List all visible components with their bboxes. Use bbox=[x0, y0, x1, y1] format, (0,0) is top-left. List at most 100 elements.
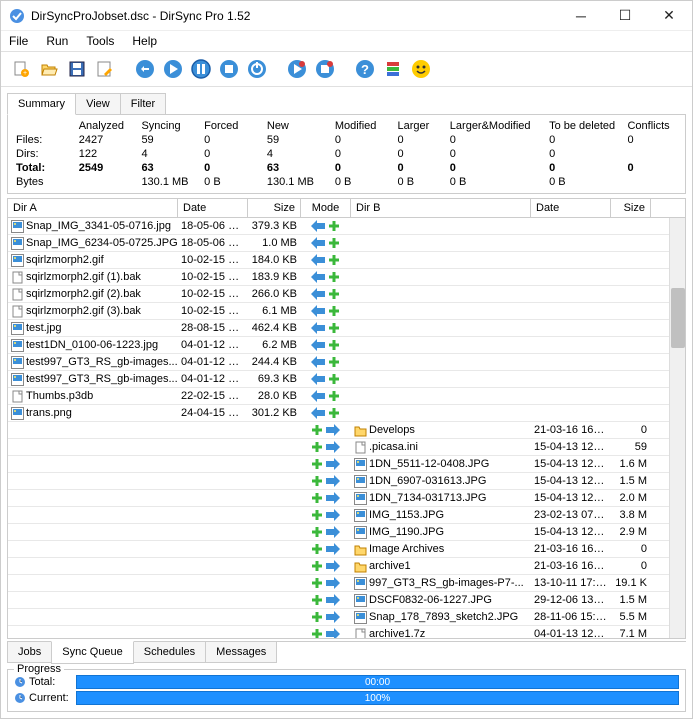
menu-help[interactable]: Help bbox=[128, 32, 161, 50]
size-b: 0 bbox=[611, 424, 651, 436]
mode-icon bbox=[301, 509, 351, 521]
stats-value: 0 B bbox=[331, 175, 394, 189]
scrollbar[interactable] bbox=[669, 218, 685, 638]
size-a: 462.4 KB bbox=[248, 322, 301, 334]
table-row[interactable]: sqirlzmorph2.gif (1).bak10-02-15 00:2718… bbox=[8, 269, 685, 286]
table-row[interactable]: 997_GT3_RS_gb-images-P7-...13-10-11 17:5… bbox=[8, 575, 685, 592]
menu-run[interactable]: Run bbox=[42, 32, 72, 50]
stats-value: 59 bbox=[263, 133, 331, 147]
table-row[interactable]: 1DN_7134-031713.JPG15-04-13 12:102.0 M bbox=[8, 490, 685, 507]
date-a: 10-02-15 00:27 bbox=[178, 271, 248, 283]
table-row[interactable]: Thumbs.p3db22-02-15 22:5728.0 KB bbox=[8, 388, 685, 405]
tab-view[interactable]: View bbox=[75, 93, 121, 114]
pause-button[interactable] bbox=[189, 57, 213, 81]
mode-icon bbox=[301, 356, 351, 368]
date-a: 24-04-15 10:00 bbox=[178, 407, 248, 419]
stats-value: 0 bbox=[545, 161, 623, 175]
schedule-start-button[interactable] bbox=[285, 57, 309, 81]
size-a: 244.4 KB bbox=[248, 356, 301, 368]
table-row[interactable]: trans.png24-04-15 10:00301.2 KB bbox=[8, 405, 685, 422]
sync-button[interactable] bbox=[161, 57, 185, 81]
size-a: 6.2 MB bbox=[248, 339, 301, 351]
table-row[interactable]: test1DN_0100-06-1223.jpg 04-01-12 15:526.… bbox=[8, 337, 685, 354]
date-b: 29-12-06 13:37 bbox=[531, 594, 611, 606]
tab-schedules[interactable]: Schedules bbox=[133, 642, 206, 663]
table-row[interactable]: Image Archives21-03-16 16:050 bbox=[8, 541, 685, 558]
stats-header: New bbox=[263, 119, 331, 133]
edit-button[interactable] bbox=[93, 57, 117, 81]
filename-b: .picasa.ini bbox=[369, 441, 418, 453]
size-a: 6.1 MB bbox=[248, 305, 301, 317]
table-row[interactable]: IMG_1190.JPG15-04-13 12:102.9 M bbox=[8, 524, 685, 541]
table-row[interactable]: sqirlzmorph2.gif (2).bak10-02-15 00:2526… bbox=[8, 286, 685, 303]
header-date-a[interactable]: Date bbox=[178, 199, 248, 217]
new-button[interactable]: + bbox=[9, 57, 33, 81]
mode-icon bbox=[301, 288, 351, 300]
table-row[interactable]: IMG_1153.JPG23-02-13 07:363.8 M bbox=[8, 507, 685, 524]
filename-b: 1DN_6907-031613.JPG bbox=[369, 475, 486, 487]
stats-value: 59 bbox=[137, 133, 200, 147]
schedule-stop-button[interactable] bbox=[313, 57, 337, 81]
table-row[interactable]: archive121-03-16 16:050 bbox=[8, 558, 685, 575]
mode-icon bbox=[301, 543, 351, 555]
stats-value bbox=[75, 175, 138, 189]
table-row[interactable]: test.jpg28-08-15 14:30462.4 KB bbox=[8, 320, 685, 337]
stats-value: 0 B bbox=[394, 175, 446, 189]
mode-icon bbox=[301, 441, 351, 453]
docs-button[interactable] bbox=[381, 57, 405, 81]
table-row[interactable]: Snap_178_7893_sketch2.JPG28-11-06 15:215… bbox=[8, 609, 685, 626]
table-row[interactable]: DSCF0832-06-1227.JPG29-12-06 13:371.5 M bbox=[8, 592, 685, 609]
content-area: Summary View Filter AnalyzedSyncingForce… bbox=[1, 87, 692, 669]
close-button[interactable]: ✕ bbox=[654, 6, 684, 26]
stop-button[interactable] bbox=[217, 57, 241, 81]
header-dir-b[interactable]: Dir B bbox=[351, 199, 531, 217]
menu-tools[interactable]: Tools bbox=[82, 32, 118, 50]
mode-icon bbox=[301, 373, 351, 385]
header-size-b[interactable]: Size bbox=[611, 199, 651, 217]
date-a: 18-05-06 22:32 bbox=[178, 220, 248, 232]
tab-sync-queue[interactable]: Sync Queue bbox=[51, 641, 134, 664]
date-a: 04-01-12 15:52 bbox=[178, 339, 248, 351]
tab-summary[interactable]: Summary bbox=[7, 93, 76, 115]
tab-messages[interactable]: Messages bbox=[205, 642, 277, 663]
size-b: 0 bbox=[611, 543, 651, 555]
scroll-thumb[interactable] bbox=[671, 288, 685, 348]
table-row[interactable]: sqirlzmorph2.gif (3).bak10-02-15 00:226.… bbox=[8, 303, 685, 320]
stats-value: 0 bbox=[200, 147, 263, 161]
table-row[interactable]: test997_GT3_RS_gb-images...04-01-12 15:5… bbox=[8, 354, 685, 371]
size-a: 1.0 MB bbox=[248, 237, 301, 249]
table-row[interactable]: .picasa.ini15-04-13 12:0959 bbox=[8, 439, 685, 456]
table-row[interactable]: Snap_IMG_6234-05-0725.JPG18-05-06 22:321… bbox=[8, 235, 685, 252]
maximize-button[interactable]: ☐ bbox=[610, 6, 640, 26]
analyze-button[interactable] bbox=[133, 57, 157, 81]
filename-a: test1DN_0100-06-1223.jpg bbox=[26, 339, 158, 351]
header-date-b[interactable]: Date bbox=[531, 199, 611, 217]
date-a: 04-01-12 15:52 bbox=[178, 373, 248, 385]
table-row[interactable]: archive1.7z04-01-13 12:387.1 M bbox=[8, 626, 685, 638]
filename-a: sqirlzmorph2.gif (2).bak bbox=[26, 288, 141, 300]
tab-filter[interactable]: Filter bbox=[120, 93, 166, 114]
save-button[interactable] bbox=[65, 57, 89, 81]
table-row[interactable]: Develops21-03-16 16:050 bbox=[8, 422, 685, 439]
table-row[interactable]: test997_GT3_RS_gb-images...04-01-12 15:5… bbox=[8, 371, 685, 388]
table-row[interactable]: Snap_IMG_3341-05-0716.jpg18-05-06 22:323… bbox=[8, 218, 685, 235]
stats-header: Modified bbox=[331, 119, 394, 133]
header-size-a[interactable]: Size bbox=[248, 199, 301, 217]
donate-button[interactable] bbox=[409, 57, 433, 81]
table-row[interactable]: 1DN_6907-031613.JPG15-04-13 12:101.5 M bbox=[8, 473, 685, 490]
help-button[interactable]: ? bbox=[353, 57, 377, 81]
mode-icon bbox=[301, 577, 351, 589]
stats-value: 0 bbox=[446, 133, 545, 147]
table-row[interactable]: 1DN_5511-12-0408.JPG15-04-13 12:101.6 M bbox=[8, 456, 685, 473]
header-mode[interactable]: Mode bbox=[301, 199, 351, 217]
header-dir-a[interactable]: Dir A bbox=[8, 199, 178, 217]
minimize-button[interactable]: ─ bbox=[566, 6, 596, 26]
filename-a: test.jpg bbox=[26, 322, 61, 334]
mode-icon bbox=[301, 594, 351, 606]
stats-value: 0 bbox=[331, 161, 394, 175]
tab-jobs[interactable]: Jobs bbox=[7, 642, 52, 663]
open-button[interactable] bbox=[37, 57, 61, 81]
table-row[interactable]: sqirlzmorph2.gif10-02-15 00:29184.0 KB bbox=[8, 252, 685, 269]
menu-file[interactable]: File bbox=[5, 32, 32, 50]
shutdown-button[interactable] bbox=[245, 57, 269, 81]
